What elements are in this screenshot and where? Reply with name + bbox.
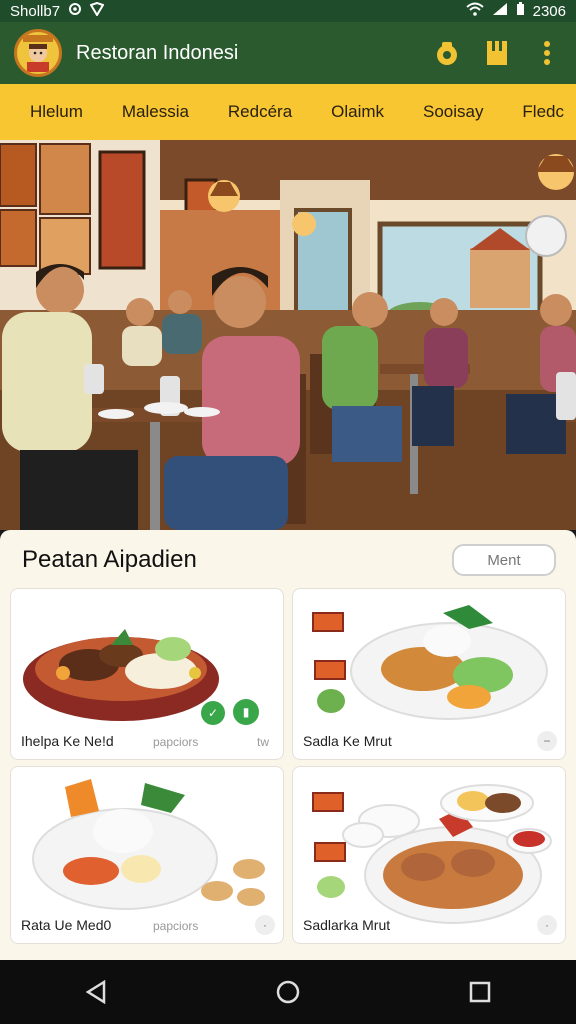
dish-name: Sadla Ke Mrut <box>303 733 392 749</box>
add-icon[interactable]: ✓ <box>201 701 225 725</box>
category-tabs: Hlelum Malessia Redcéra Olaimk Sooisay F… <box>0 84 576 140</box>
more-vert-icon[interactable] <box>532 38 562 68</box>
status-bar: Shollb7 2306 <box>0 0 576 22</box>
dish-card[interactable]: Sadlarka Mrut · <box>292 766 566 944</box>
section-title: Peatan Aipadien <box>22 546 197 573</box>
menu-panel: Peatan Aipadien Ment ✓ ▮ Ihelpa Ke Ne!d … <box>0 530 576 960</box>
tab-2[interactable]: Malessia <box>114 96 197 128</box>
restaurant-logo <box>14 29 62 77</box>
battery-icon <box>516 2 525 20</box>
dish-meta: papciors <box>153 735 199 749</box>
app-title: Restoran Indonesi <box>76 41 239 64</box>
menu-button[interactable]: Ment <box>452 544 556 576</box>
carrier-text: Shollb7 <box>10 2 61 20</box>
shield-status-icon <box>89 1 105 20</box>
dish-card[interactable]: Rata Ue Med0 papciors · <box>10 766 284 944</box>
favorite-icon[interactable]: ▮ <box>233 699 259 725</box>
home-icon[interactable] <box>260 964 316 1020</box>
restaurant-hero-illustration <box>0 140 576 530</box>
dish-meta: papciors <box>153 919 199 933</box>
dish-name: Sadlarka Mrut <box>303 917 391 933</box>
wifi-icon <box>465 2 484 20</box>
tab-3[interactable]: Redcéra <box>220 96 300 128</box>
tab-6[interactable]: Fledc <box>514 96 572 128</box>
tab-5[interactable]: Sooisay <box>415 96 491 128</box>
tab-4[interactable]: Olaimk <box>323 96 392 128</box>
back-icon[interactable] <box>68 964 124 1020</box>
tab-1[interactable]: Hlelum <box>22 96 91 128</box>
remove-icon[interactable]: · <box>255 915 275 935</box>
basket-icon[interactable] <box>432 38 462 68</box>
bookmark-icon[interactable] <box>482 38 512 68</box>
app-bar: Restoran Indonesi <box>0 22 576 84</box>
dish-name: Ihelpa Ke Ne!d <box>21 733 114 749</box>
dish-extra: tw <box>257 735 269 749</box>
dish-name: Rata Ue Med0 <box>21 917 112 933</box>
dish-card[interactable]: Sadla Ke Mrut − <box>292 588 566 760</box>
system-nav-bar <box>0 960 576 1024</box>
dish-card[interactable]: ✓ ▮ Ihelpa Ke Ne!d papciors tw <box>10 588 284 760</box>
settings-status-icon <box>68 2 82 20</box>
signal-icon <box>492 2 508 20</box>
remove-icon[interactable]: · <box>537 915 557 935</box>
recents-icon[interactable] <box>452 964 508 1020</box>
remove-icon[interactable]: − <box>537 731 557 751</box>
clock-text: 2306 <box>532 2 566 20</box>
